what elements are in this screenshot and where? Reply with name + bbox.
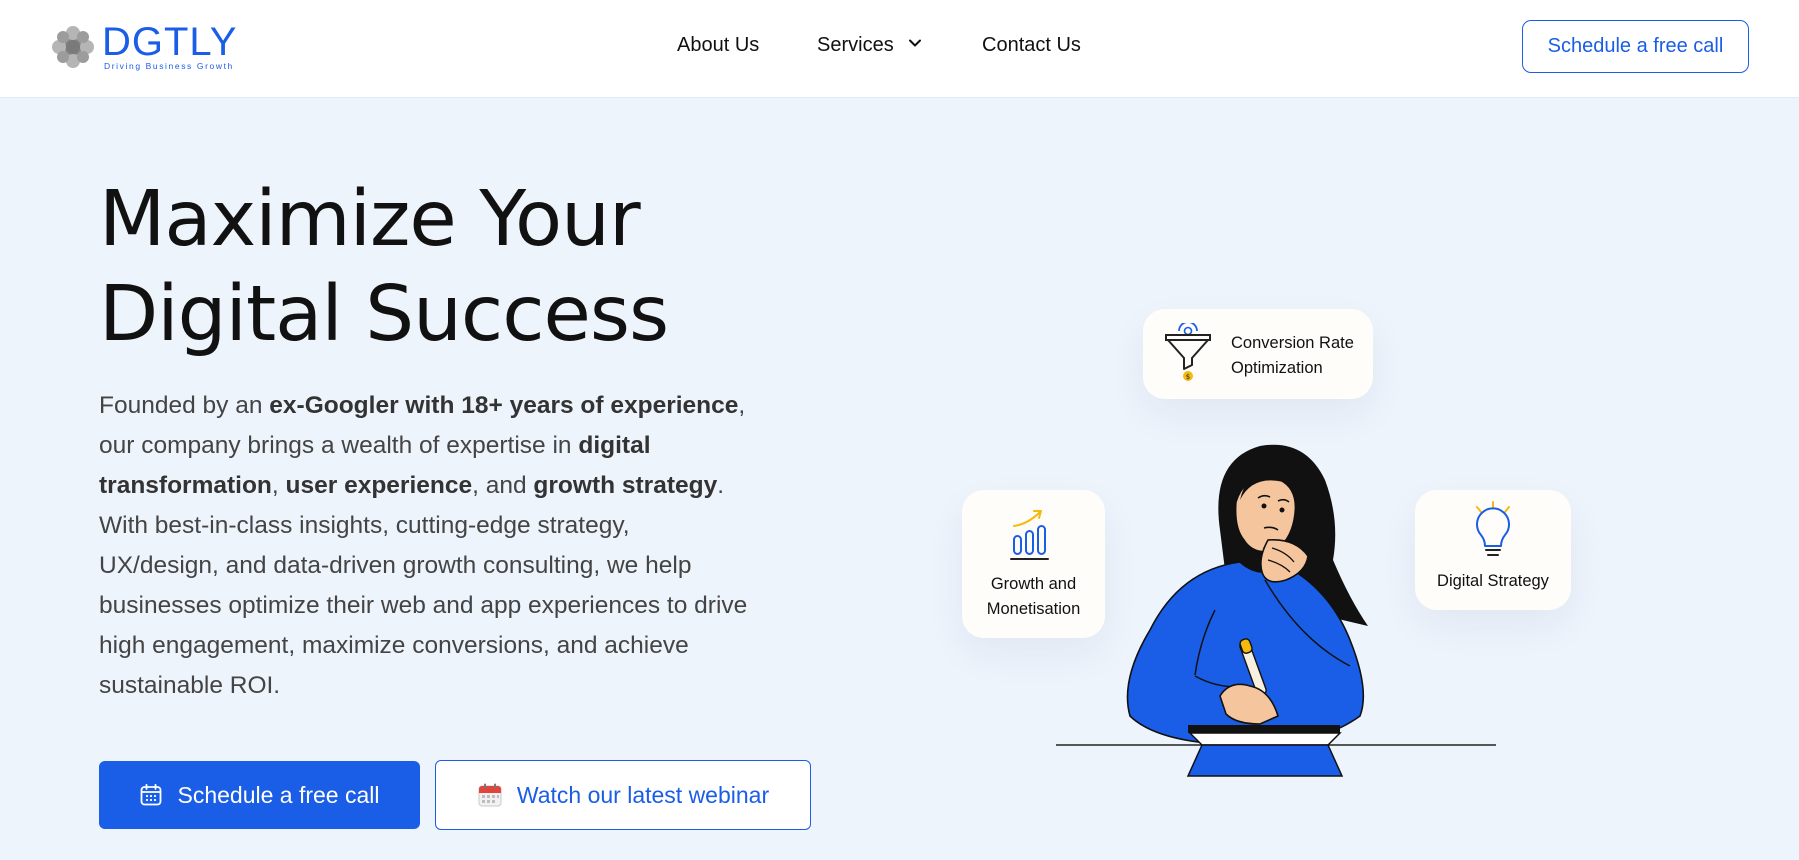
- header-schedule-call-label: Schedule a free call: [1547, 35, 1724, 57]
- calendar-emoji-icon: [478, 783, 502, 807]
- site-header: DGTLY Driving Business Growth About Us S…: [0, 0, 1799, 98]
- hero-description-text: , and: [472, 472, 534, 499]
- hero-description-emphasis: user experience: [285, 472, 473, 499]
- header-schedule-call-button[interactable]: Schedule a free call: [1522, 20, 1749, 73]
- schedule-call-button[interactable]: Schedule a free call: [99, 761, 420, 829]
- hero-description-text: Founded by an: [99, 392, 270, 419]
- nav-contact-label: Contact Us: [982, 34, 1081, 56]
- hero-description: Founded by an ex-Googler with 18+ years …: [99, 386, 749, 706]
- cro-label: Conversion Rate Optimization: [1231, 331, 1354, 381]
- thinking-woman-illustration: [1056, 444, 1496, 777]
- hero-title-line1: Maximize Your: [99, 175, 641, 264]
- hero-description-emphasis: growth strategy: [533, 472, 718, 499]
- brand-tagline: Driving Business Growth: [104, 61, 234, 71]
- tablet-base: [1186, 744, 1344, 777]
- hero-description-emphasis: ex-Googler with 18+ years of experience: [269, 392, 739, 419]
- cro-label-line2: Optimization: [1231, 359, 1323, 377]
- svg-text:$: $: [1186, 373, 1190, 381]
- brand-logo[interactable]: DGTLY Driving Business Growth: [50, 20, 250, 72]
- brand-name: DGTLY: [102, 20, 238, 64]
- tablet-top: [1188, 725, 1340, 733]
- funnel-icon: $: [1165, 323, 1211, 381]
- calendar-icon: [141, 783, 162, 806]
- watch-webinar-label: Watch our latest webinar: [516, 781, 770, 808]
- watch-webinar-button[interactable]: Watch our latest webinar: [435, 760, 811, 830]
- nav-about-us[interactable]: About Us: [677, 34, 759, 57]
- card-conversion-rate-optimization: $ Conversion Rate Optimization: [1143, 309, 1373, 399]
- logo-icon: [52, 26, 94, 68]
- hero-description-text: ,: [271, 472, 286, 499]
- hero-title: Maximize Your Digital Success: [99, 172, 819, 362]
- hero-title-line2: Digital Success: [99, 270, 669, 359]
- nav-services-label: Services: [817, 34, 894, 56]
- nav-contact-us[interactable]: Contact Us: [982, 34, 1081, 57]
- chevron-down-icon: [909, 39, 922, 47]
- nav-services[interactable]: Services: [817, 34, 922, 57]
- cro-label-line1: Conversion Rate: [1231, 334, 1354, 352]
- schedule-call-label: Schedule a free call: [177, 781, 380, 808]
- hero-description-text: . With best-in-class insights, cutting-e…: [99, 472, 748, 699]
- nav-about-label: About Us: [677, 34, 760, 56]
